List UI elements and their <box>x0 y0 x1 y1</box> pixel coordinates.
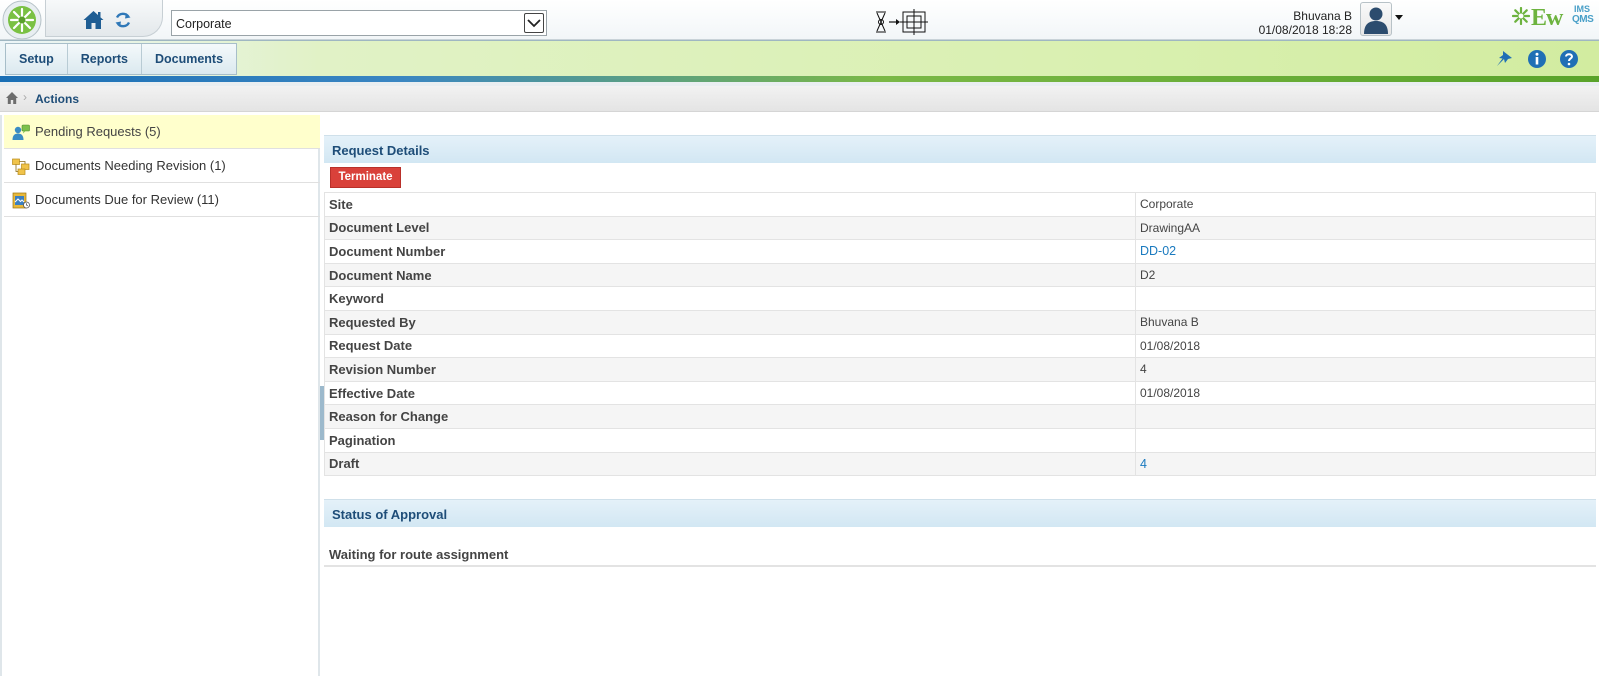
detail-key: Pagination <box>324 427 1136 453</box>
sidebar-item-documents-due-for-review[interactable]: Documents Due for Review (11) <box>4 183 320 217</box>
brand-qms: QMS <box>1572 14 1594 25</box>
detail-value: 01/08/2018 <box>1135 333 1596 359</box>
detail-key: Reason for Change <box>324 404 1136 429</box>
detail-value: D2 <box>1135 262 1596 288</box>
detail-value: 4 <box>1135 357 1596 382</box>
sidebar-item-pending-requests[interactable]: Pending Requests (5) <box>4 115 320 149</box>
table-row: Document Name D2 <box>324 262 1596 288</box>
breadcrumb-current: Actions <box>35 92 80 106</box>
detail-key: Document Level <box>324 215 1136 241</box>
breadcrumb-home-icon[interactable] <box>5 91 19 105</box>
documents-revision-icon <box>12 158 30 175</box>
detail-value: Bhuvana B <box>1135 309 1596 335</box>
sidebar-item-documents-needing-revision[interactable]: Documents Needing Revision (1) <box>4 149 320 183</box>
detail-key: Site <box>324 192 1136 217</box>
menu-reports[interactable]: Reports <box>68 44 142 74</box>
current-datetime: 01/08/2018 18:28 <box>1258 23 1352 37</box>
top-header: Corporate Bhuvana B 01/08/2018 18:28 Ew … <box>0 0 1599 40</box>
brand-ims: IMS <box>1574 4 1591 14</box>
user-name: Bhuvana B <box>1293 9 1352 23</box>
menu-documents[interactable]: Documents <box>142 44 236 74</box>
site-select-value: Corporate <box>176 17 232 31</box>
main-menu: Setup Reports Documents <box>5 43 238 75</box>
table-row: Reason for Change <box>324 404 1596 429</box>
detail-key: Keyword <box>324 286 1136 311</box>
breadcrumb: › Actions <box>0 86 1599 112</box>
status-of-approval-title: Status of Approval <box>332 507 448 522</box>
request-details-header: Request Details <box>324 135 1596 163</box>
table-row: Draft 4 <box>324 451 1596 477</box>
detail-key: Effective Date <box>324 380 1136 406</box>
brand-gear-icon <box>1512 7 1530 25</box>
status-of-approval-header: Status of Approval <box>324 499 1596 527</box>
table-row: Document Number DD-02 <box>324 239 1596 264</box>
table-row: Effective Date 01/08/2018 <box>324 380 1596 406</box>
detail-value: DrawingAA <box>1135 215 1596 241</box>
detail-value-cell: DD-02 <box>1135 239 1596 264</box>
table-row: Site Corporate <box>324 192 1596 217</box>
table-row: Document Level DrawingAA <box>324 215 1596 241</box>
request-details-table: Site Corporate Document Level DrawingAA … <box>324 192 1596 477</box>
brand-ew: Ew <box>1531 5 1563 31</box>
detail-value <box>1135 427 1596 453</box>
refresh-icon[interactable] <box>114 11 132 29</box>
table-row: Pagination <box>324 427 1596 453</box>
info-icon[interactable] <box>1527 49 1547 69</box>
sidebar-item-label: Documents Due for Review (11) <box>35 192 219 207</box>
site-select[interactable]: Corporate <box>171 10 547 36</box>
detail-value: Corporate <box>1135 192 1596 217</box>
table-row: Keyword <box>324 286 1596 311</box>
menu-setup[interactable]: Setup <box>6 44 68 74</box>
help-icon[interactable] <box>1559 49 1579 69</box>
actions-sidebar: Pending Requests (5) Documents Needing R… <box>0 115 320 676</box>
document-number-link[interactable]: DD-02 <box>1140 244 1176 258</box>
app-logo-icon[interactable] <box>1 0 44 40</box>
main-content: Request Details Terminate Site Corporate… <box>324 115 1599 676</box>
sidebar-item-label: Pending Requests (5) <box>35 124 161 139</box>
detail-key: Request Date <box>324 333 1136 359</box>
table-row: Requested By Bhuvana B <box>324 309 1596 335</box>
breadcrumb-separator-icon: › <box>23 90 27 104</box>
home-icon[interactable] <box>82 9 105 31</box>
request-details-title: Request Details <box>332 143 430 158</box>
detail-value: 01/08/2018 <box>1135 380 1596 406</box>
detail-value-cell: 4 <box>1135 451 1596 477</box>
pin-icon[interactable] <box>1494 49 1514 69</box>
detail-value <box>1135 286 1596 311</box>
documents-review-icon <box>12 192 30 209</box>
draft-link[interactable]: 4 <box>1140 457 1147 471</box>
table-row: Revision Number 4 <box>324 357 1596 382</box>
detail-key: Draft <box>324 451 1136 477</box>
user-avatar-icon[interactable] <box>1360 2 1392 36</box>
chevron-down-icon[interactable] <box>524 13 544 33</box>
approval-status-row: Waiting for route assignment <box>324 542 1596 567</box>
brand-logo: Ew IMS QMS <box>1512 4 1596 32</box>
detail-value <box>1135 404 1596 429</box>
workflow-icon[interactable] <box>873 8 933 36</box>
main-menubar: Setup Reports Documents <box>0 40 1599 76</box>
user-menu-caret-icon[interactable] <box>1395 15 1403 20</box>
detail-key: Document Name <box>324 262 1136 288</box>
pending-requests-icon <box>12 124 30 140</box>
terminate-button[interactable]: Terminate <box>330 167 401 188</box>
approval-status-text: Waiting for route assignment <box>329 547 509 562</box>
detail-key: Document Number <box>324 239 1136 264</box>
detail-key: Requested By <box>324 309 1136 335</box>
sidebar-item-label: Documents Needing Revision (1) <box>35 158 226 173</box>
table-row: Request Date 01/08/2018 <box>324 333 1596 359</box>
detail-key: Revision Number <box>324 357 1136 382</box>
